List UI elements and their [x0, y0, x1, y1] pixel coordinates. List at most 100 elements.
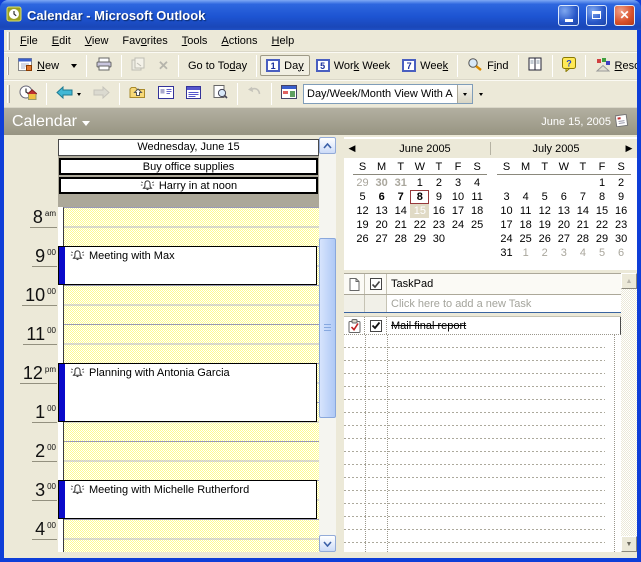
scroll-down-button[interactable]: [319, 535, 336, 552]
date-cell[interactable]: 10: [448, 190, 467, 204]
date-cell[interactable]: 6: [612, 246, 631, 260]
taskpad-title[interactable]: TaskPad: [387, 278, 621, 290]
folder-dropdown-icon[interactable]: [81, 121, 90, 130]
all-day-events-area[interactable]: Buy office supplies Harry in at noon: [58, 156, 319, 207]
appointment[interactable]: Meeting with Michelle Rutherford: [58, 480, 317, 519]
date-cell[interactable]: 15: [410, 204, 430, 218]
current-view-selector[interactable]: Day/Week/Month View With A: [303, 83, 473, 104]
print-button[interactable]: [90, 53, 118, 78]
all-day-event[interactable]: Harry in at noon: [59, 177, 318, 194]
date-cell[interactable]: 10: [497, 204, 516, 218]
time-gutter-hour[interactable]: 2 00: [8, 441, 58, 480]
date-cell[interactable]: 30: [429, 232, 448, 246]
time-gutter-hour[interactable]: 1 00: [8, 402, 58, 441]
toolbar-grip-handle[interactable]: [7, 56, 9, 75]
time-gutter-hour[interactable]: 3 00: [8, 480, 58, 519]
date-cell[interactable]: 12: [535, 204, 554, 218]
date-cell[interactable]: 19: [353, 218, 372, 232]
date-cell[interactable]: 4: [516, 190, 535, 204]
date-cell[interactable]: [516, 176, 535, 190]
date-cell[interactable]: 13: [554, 204, 573, 218]
date-cell[interactable]: 7: [573, 190, 592, 204]
menu-item[interactable]: Actions: [214, 32, 264, 50]
date-cell[interactable]: [573, 176, 592, 190]
next-month-arrow[interactable]: ▶: [621, 143, 637, 154]
date-cell[interactable]: 26: [353, 232, 372, 246]
date-cell[interactable]: 27: [554, 232, 573, 246]
date-cell[interactable]: 21: [573, 218, 592, 232]
date-cell[interactable]: 31: [497, 246, 516, 260]
date-cell[interactable]: 29: [592, 232, 611, 246]
date-cell[interactable]: 3: [448, 176, 467, 190]
toolbar-grip-handle[interactable]: [7, 84, 10, 103]
scroll-up-button[interactable]: ▲: [621, 273, 637, 289]
taskpad-empty-rows[interactable]: [344, 335, 605, 552]
date-cell[interactable]: 19: [535, 218, 554, 232]
date-cell[interactable]: 5: [353, 190, 372, 204]
date-cell[interactable]: 7: [391, 190, 410, 204]
appointment[interactable]: Planning with Antonia Garcia: [58, 363, 317, 422]
date-cell[interactable]: 14: [391, 204, 410, 218]
date-cell[interactable]: 1: [592, 176, 611, 190]
menu-item[interactable]: Help: [265, 32, 302, 50]
taskpad-scrollbar[interactable]: ▲ ▼: [621, 273, 637, 552]
time-gutter-hour[interactable]: 4 00: [8, 519, 58, 552]
date-cell[interactable]: 31: [391, 176, 410, 190]
date-cell[interactable]: 20: [554, 218, 573, 232]
address-cards-view-button[interactable]: [152, 82, 180, 106]
maximize-button[interactable]: [586, 4, 607, 26]
date-cell[interactable]: 2: [429, 176, 448, 190]
current-view-button[interactable]: [275, 81, 303, 106]
work-week-view-button[interactable]: 5 Work Week: [310, 55, 396, 76]
new-task-input-row[interactable]: Click here to add a new Task: [344, 295, 621, 313]
date-cell[interactable]: [468, 232, 487, 246]
date-cell[interactable]: 30: [612, 232, 631, 246]
date-cell[interactable]: 28: [391, 232, 410, 246]
previous-month-arrow[interactable]: ◀: [344, 143, 360, 154]
time-gutter-hour[interactable]: 8 am: [8, 207, 58, 246]
date-cell[interactable]: 4: [573, 246, 592, 260]
date-cell[interactable]: 11: [516, 204, 535, 218]
date-cell[interactable]: 22: [410, 218, 429, 232]
date-cell[interactable]: [554, 176, 573, 190]
date-cell[interactable]: 5: [535, 190, 554, 204]
date-cell[interactable]: 25: [516, 232, 535, 246]
menu-item[interactable]: File: [13, 32, 45, 50]
scroll-up-button[interactable]: [319, 137, 336, 154]
date-cell[interactable]: 3: [554, 246, 573, 260]
scrollbar-thumb[interactable]: [319, 238, 336, 418]
date-cell[interactable]: 9: [429, 190, 448, 204]
new-button[interactable]: New: [12, 53, 65, 79]
menu-item[interactable]: Edit: [45, 32, 78, 50]
day-header[interactable]: Wednesday, June 15: [58, 139, 319, 156]
time-gutter-hour[interactable]: 10 00: [8, 285, 58, 324]
task-icon-column-header[interactable]: [344, 274, 365, 294]
date-cell[interactable]: 24: [448, 218, 467, 232]
folder-title[interactable]: Calendar: [12, 113, 77, 131]
date-cell[interactable]: 29: [410, 232, 429, 246]
date-cell[interactable]: 30: [372, 176, 391, 190]
menu-item[interactable]: View: [78, 32, 116, 50]
menu-item[interactable]: Tools: [175, 32, 215, 50]
task-label[interactable]: Mail final report: [387, 320, 620, 332]
date-cell[interactable]: 26: [535, 232, 554, 246]
date-cell[interactable]: 9: [612, 190, 631, 204]
taskpad-header-row[interactable]: TaskPad: [344, 273, 621, 295]
date-cell[interactable]: 24: [497, 232, 516, 246]
appointment[interactable]: Meeting with Max: [58, 246, 317, 285]
print-preview-button[interactable]: [207, 81, 234, 106]
menu-grip-handle[interactable]: [7, 31, 10, 50]
date-cell[interactable]: 29: [353, 176, 372, 190]
time-gutter-hour[interactable]: 11 00: [8, 324, 58, 363]
new-task-placeholder[interactable]: Click here to add a new Task: [387, 298, 621, 310]
date-cell[interactable]: 22: [592, 218, 611, 232]
date-cell[interactable]: 16: [429, 204, 448, 218]
date-cell[interactable]: 8: [410, 190, 430, 204]
date-cell[interactable]: 17: [497, 218, 516, 232]
all-day-event[interactable]: Buy office supplies: [59, 158, 318, 175]
date-cell[interactable]: 25: [468, 218, 487, 232]
date-cell[interactable]: 23: [612, 218, 631, 232]
date-cell[interactable]: 2: [535, 246, 554, 260]
help-button[interactable]: ?: [556, 53, 582, 79]
back-button[interactable]: [50, 82, 87, 106]
